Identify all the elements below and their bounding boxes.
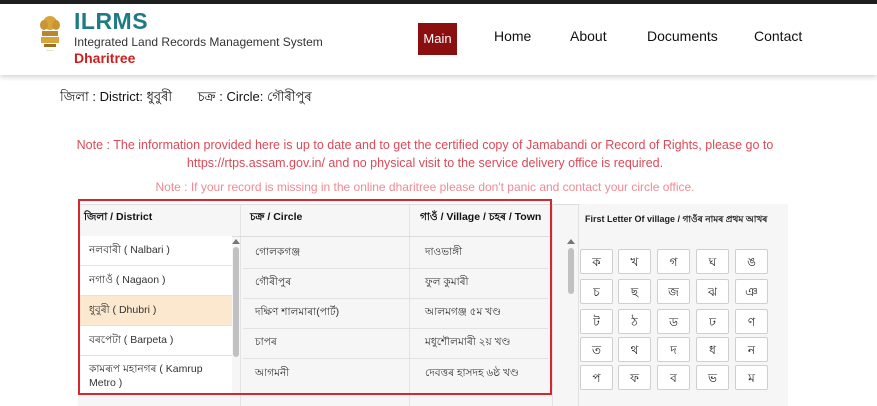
scroll-up-icon[interactable]: [232, 239, 240, 244]
letter-key[interactable]: ঠ: [618, 309, 651, 334]
letter-key[interactable]: ম: [735, 365, 768, 390]
svg-text:~~~: ~~~: [46, 48, 54, 53]
column-divider: [409, 204, 410, 406]
letter-key[interactable]: ধ: [696, 337, 729, 362]
letter-key[interactable]: থ: [618, 337, 651, 362]
letter-key[interactable]: ফ: [618, 365, 651, 390]
circle-item[interactable]: গৌৰীপুৰ: [255, 275, 291, 292]
nav-home[interactable]: Home: [494, 28, 531, 44]
district-item-nagaon[interactable]: নগাওঁ ( Nagaon ): [80, 266, 232, 296]
village-item[interactable]: আলমগঞ্জ ৫ম খণ্ড: [425, 305, 501, 322]
location-breadcrumb: জিলা : District: ধুবুৰী চক্ৰ : Circle: গ…: [60, 88, 334, 109]
letter-key[interactable]: ঘ: [696, 249, 729, 274]
letter-key[interactable]: ক: [580, 249, 613, 274]
letter-key[interactable]: খ: [618, 249, 651, 274]
village-item[interactable]: দেবত্তৰ হাসদহ ৬ষ্ঠ খণ্ড: [425, 366, 519, 383]
letter-key[interactable]: ত: [580, 337, 613, 362]
row-divider: [243, 268, 548, 269]
letter-key[interactable]: গ: [657, 249, 690, 274]
village-column-header: গাওঁ / Village / চহৰ / Town: [420, 211, 542, 223]
village-item[interactable]: দাওভাঙ্গী: [425, 245, 462, 262]
district-column-header: জিলা / District: [84, 211, 153, 223]
row-divider: [243, 358, 548, 359]
letter-key[interactable]: প: [580, 365, 613, 390]
district-item-kamrup-metro[interactable]: কামৰূপ মহানগৰ ( Kamrup Metro ): [80, 356, 232, 394]
nav-main-button[interactable]: Main: [418, 23, 457, 55]
row-divider: [243, 328, 548, 329]
table-scrollbar[interactable]: [568, 248, 574, 294]
letter-key[interactable]: দ: [657, 337, 690, 362]
letter-key[interactable]: ভ: [696, 365, 729, 390]
brand-title: ILRMS: [74, 8, 149, 34]
letter-key[interactable]: ঞ: [735, 279, 768, 304]
letter-key[interactable]: ড: [657, 309, 690, 334]
district-item-barpeta[interactable]: বৰপেটা ( Barpeta ): [80, 326, 232, 356]
district-scrollbar[interactable]: [233, 247, 239, 357]
circle-item[interactable]: গোলকগঞ্জ: [255, 245, 300, 262]
village-item[interactable]: ফুল কুমাৰী: [425, 275, 469, 292]
letter-key[interactable]: ঝ: [696, 279, 729, 304]
letter-key[interactable]: ছ: [618, 279, 651, 304]
letter-key[interactable]: ন: [735, 337, 768, 362]
letter-key[interactable]: ব: [657, 365, 690, 390]
brand-name: Dharitree: [74, 50, 136, 66]
letter-key[interactable]: ট: [580, 309, 613, 334]
district-item-nalbari[interactable]: নলবাৰী ( Nalbari ): [80, 236, 232, 266]
row-divider: [243, 298, 548, 299]
circle-label: চক্ৰ : Circle: গৌৰীপুৰ: [197, 89, 312, 104]
circle-item[interactable]: আগমনী: [255, 366, 289, 383]
note-missing-record: Note : If your record is missing in the …: [155, 180, 695, 194]
letter-key[interactable]: ণ: [735, 309, 768, 334]
column-divider: [240, 204, 241, 406]
letter-key[interactable]: ঙ: [735, 249, 768, 274]
column-divider: [552, 204, 553, 406]
brand[interactable]: ILRMS Integrated Land Records Management…: [74, 8, 323, 66]
letters-header: First Letter Of village / গাওঁৰ নামৰ প্ৰ…: [585, 214, 768, 224]
brand-subtitle: Integrated Land Records Management Syste…: [74, 35, 323, 49]
circle-item[interactable]: দক্ষিণ শালমাৰা(পাৰ্ট): [255, 305, 339, 322]
circle-item[interactable]: চাপৰ: [255, 335, 277, 352]
circle-column-header: চক্ৰ / Circle: [250, 211, 303, 223]
village-item[interactable]: মধুশৌলমাৰী ২য় খণ্ড: [425, 335, 510, 352]
letter-key[interactable]: চ: [580, 279, 613, 304]
letter-key[interactable]: ঢ: [696, 309, 729, 334]
nav-about[interactable]: About: [570, 28, 607, 44]
note-rtps: Note : The information provided here is …: [76, 138, 774, 170]
letter-key[interactable]: জ: [657, 279, 690, 304]
emblem-icon: ~~~: [40, 16, 60, 53]
nav-documents[interactable]: Documents: [647, 28, 718, 44]
nav-contact[interactable]: Contact: [754, 28, 802, 44]
district-label: জিলা : District: ধুবুৰী: [60, 89, 173, 104]
scroll-up-icon[interactable]: [567, 239, 575, 244]
district-item-dhubri[interactable]: ধুবুৰী ( Dhubri ): [80, 296, 232, 326]
